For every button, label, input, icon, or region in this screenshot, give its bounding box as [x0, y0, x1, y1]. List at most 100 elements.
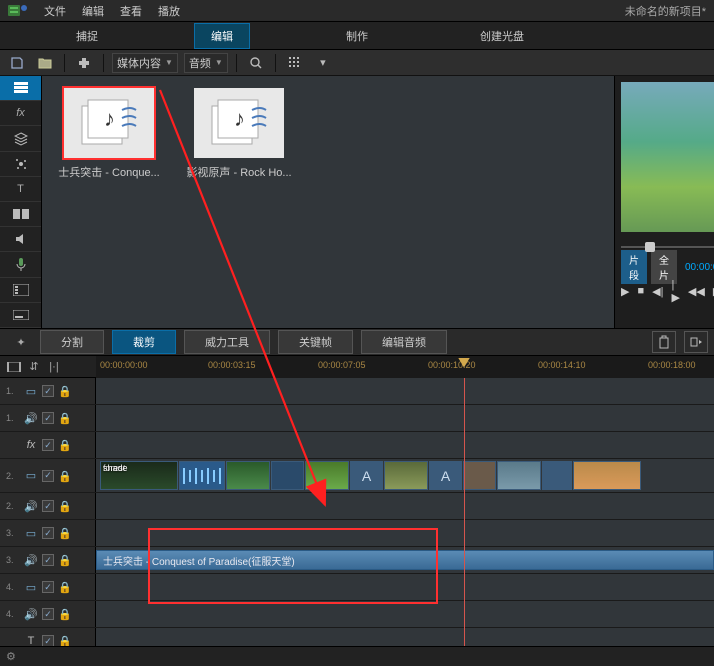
- tab-produce[interactable]: 制作: [330, 24, 384, 48]
- track-film-icon[interactable]: [6, 359, 22, 375]
- preview-controls: ▶ ■ ◀| |▶ ◀◀ ▶▶: [615, 278, 714, 304]
- btn-edit-audio[interactable]: 编辑音频: [361, 330, 447, 354]
- grid-view-icon[interactable]: [284, 53, 306, 73]
- lock-icon[interactable]: 🔒: [58, 470, 70, 482]
- menu-file[interactable]: 文件: [44, 3, 66, 19]
- media-item-1[interactable]: ♪ 士兵突击 - Conque...: [54, 88, 164, 180]
- track-visible-checkbox[interactable]: ✓: [42, 439, 54, 451]
- lock-icon[interactable]: 🔒: [58, 412, 70, 424]
- ruler-tick: 00:00:00:00: [100, 360, 148, 370]
- tab-capture[interactable]: 捕捉: [60, 24, 114, 48]
- track-visible-checkbox[interactable]: ✓: [42, 470, 54, 482]
- track-body[interactable]: [96, 574, 714, 600]
- clip[interactable]: [463, 461, 496, 490]
- audio-dropdown[interactable]: 音频: [184, 53, 228, 73]
- sidebar-media-icon[interactable]: [0, 76, 41, 101]
- clip-transition[interactable]: [179, 461, 225, 490]
- track-visible-checkbox[interactable]: ✓: [42, 412, 54, 424]
- sidebar-title-icon[interactable]: T: [0, 177, 41, 202]
- prev-frame-icon[interactable]: ◀|: [652, 282, 663, 300]
- track-body[interactable]: forest A A shade: [96, 459, 714, 492]
- track-body[interactable]: 士兵突击 - Conquest of Paradise(征服天堂): [96, 547, 714, 573]
- track-visible-checkbox[interactable]: ✓: [42, 635, 54, 646]
- media-thumb-2[interactable]: ♪: [194, 88, 284, 158]
- timeline-ruler[interactable]: 00:00:00:00 00:00:03:15 00:00:07:05 00:0…: [96, 356, 714, 378]
- lock-icon[interactable]: 🔒: [58, 500, 70, 512]
- track-body[interactable]: [96, 628, 714, 646]
- track-collapse-icon[interactable]: ⇵: [26, 359, 42, 375]
- clip-transition[interactable]: [542, 461, 572, 490]
- lock-icon[interactable]: 🔒: [58, 554, 70, 566]
- btn-keyframe[interactable]: 关键帧: [278, 330, 353, 354]
- search-icon[interactable]: [245, 53, 267, 73]
- track-body[interactable]: [96, 378, 714, 404]
- track-body[interactable]: [96, 405, 714, 431]
- track-visible-checkbox[interactable]: ✓: [42, 500, 54, 512]
- track-body[interactable]: [96, 601, 714, 627]
- title-track-icon: T: [24, 634, 38, 646]
- track-visible-checkbox[interactable]: ✓: [42, 385, 54, 397]
- menu-edit[interactable]: 编辑: [82, 3, 104, 19]
- audio-track-icon: 🔊: [24, 499, 38, 513]
- ruler-tick: 00:00:03:15: [208, 360, 256, 370]
- sidebar-particle-icon[interactable]: [0, 152, 41, 177]
- clip[interactable]: [384, 461, 428, 490]
- clip-label-a[interactable]: A: [350, 461, 383, 490]
- media-content-dropdown[interactable]: 媒体内容: [112, 53, 178, 73]
- play-icon[interactable]: ▶: [621, 282, 629, 300]
- sidebar-mic-icon[interactable]: [0, 252, 41, 277]
- sidebar-chapter-icon[interactable]: [0, 278, 41, 303]
- lock-icon[interactable]: 🔒: [58, 581, 70, 593]
- view-options-icon[interactable]: ▾: [312, 53, 334, 73]
- track-body[interactable]: [96, 520, 714, 546]
- preview-video[interactable]: [621, 82, 714, 232]
- clip[interactable]: [305, 461, 349, 490]
- track-body[interactable]: [96, 432, 714, 458]
- clip-transition[interactable]: [271, 461, 304, 490]
- folder-icon[interactable]: [34, 53, 56, 73]
- lock-icon[interactable]: 🔒: [58, 527, 70, 539]
- media-item-2[interactable]: ♪ 影视原声 - Rock Ho...: [184, 88, 294, 180]
- lock-icon[interactable]: 🔒: [58, 608, 70, 620]
- more-options-icon[interactable]: [684, 331, 708, 353]
- playhead-line[interactable]: [464, 378, 465, 646]
- rewind-icon[interactable]: ◀◀: [688, 282, 705, 300]
- sidebar-subtitle-icon[interactable]: [0, 303, 41, 328]
- track-visible-checkbox[interactable]: ✓: [42, 554, 54, 566]
- playhead-icon[interactable]: [458, 356, 472, 378]
- lock-icon[interactable]: 🔒: [58, 635, 70, 646]
- lock-icon[interactable]: 🔒: [58, 385, 70, 397]
- magic-wand-icon[interactable]: ✦: [6, 331, 36, 353]
- tab-edit[interactable]: 编辑: [194, 23, 250, 49]
- track-audio-1: 1.🔊✓🔒: [0, 405, 714, 432]
- track-markers-icon[interactable]: |·|: [46, 359, 62, 375]
- tab-disc[interactable]: 创建光盘: [464, 24, 540, 48]
- sidebar-fx-icon[interactable]: fx: [0, 101, 41, 126]
- preview-seek[interactable]: [615, 238, 714, 256]
- btn-crop[interactable]: 裁剪: [112, 330, 176, 354]
- clip-shade[interactable]: shade: [573, 461, 641, 490]
- track-body[interactable]: [96, 493, 714, 519]
- clip[interactable]: [226, 461, 270, 490]
- stop-icon[interactable]: ■: [637, 282, 644, 300]
- btn-split[interactable]: 分割: [40, 330, 104, 354]
- media-thumb-1[interactable]: ♪: [64, 88, 154, 158]
- clip-label-a[interactable]: A: [429, 461, 462, 490]
- track-visible-checkbox[interactable]: ✓: [42, 608, 54, 620]
- sidebar-transition-icon[interactable]: [0, 202, 41, 227]
- menu-play[interactable]: 播放: [158, 3, 180, 19]
- audio-clip[interactable]: 士兵突击 - Conquest of Paradise(征服天堂): [96, 550, 714, 570]
- next-frame-icon[interactable]: |▶: [671, 282, 679, 300]
- import-icon[interactable]: [6, 53, 28, 73]
- plugin-icon[interactable]: [73, 53, 95, 73]
- btn-power[interactable]: 威力工具: [184, 330, 270, 354]
- track-visible-checkbox[interactable]: ✓: [42, 581, 54, 593]
- menu-view[interactable]: 查看: [120, 3, 142, 19]
- sidebar-object-icon[interactable]: [0, 126, 41, 151]
- trash-icon[interactable]: [652, 331, 676, 353]
- clip[interactable]: [497, 461, 541, 490]
- lock-icon[interactable]: 🔒: [58, 439, 70, 451]
- sidebar-audio-icon[interactable]: [0, 227, 41, 252]
- settings-icon[interactable]: ⚙: [6, 650, 16, 663]
- track-visible-checkbox[interactable]: ✓: [42, 527, 54, 539]
